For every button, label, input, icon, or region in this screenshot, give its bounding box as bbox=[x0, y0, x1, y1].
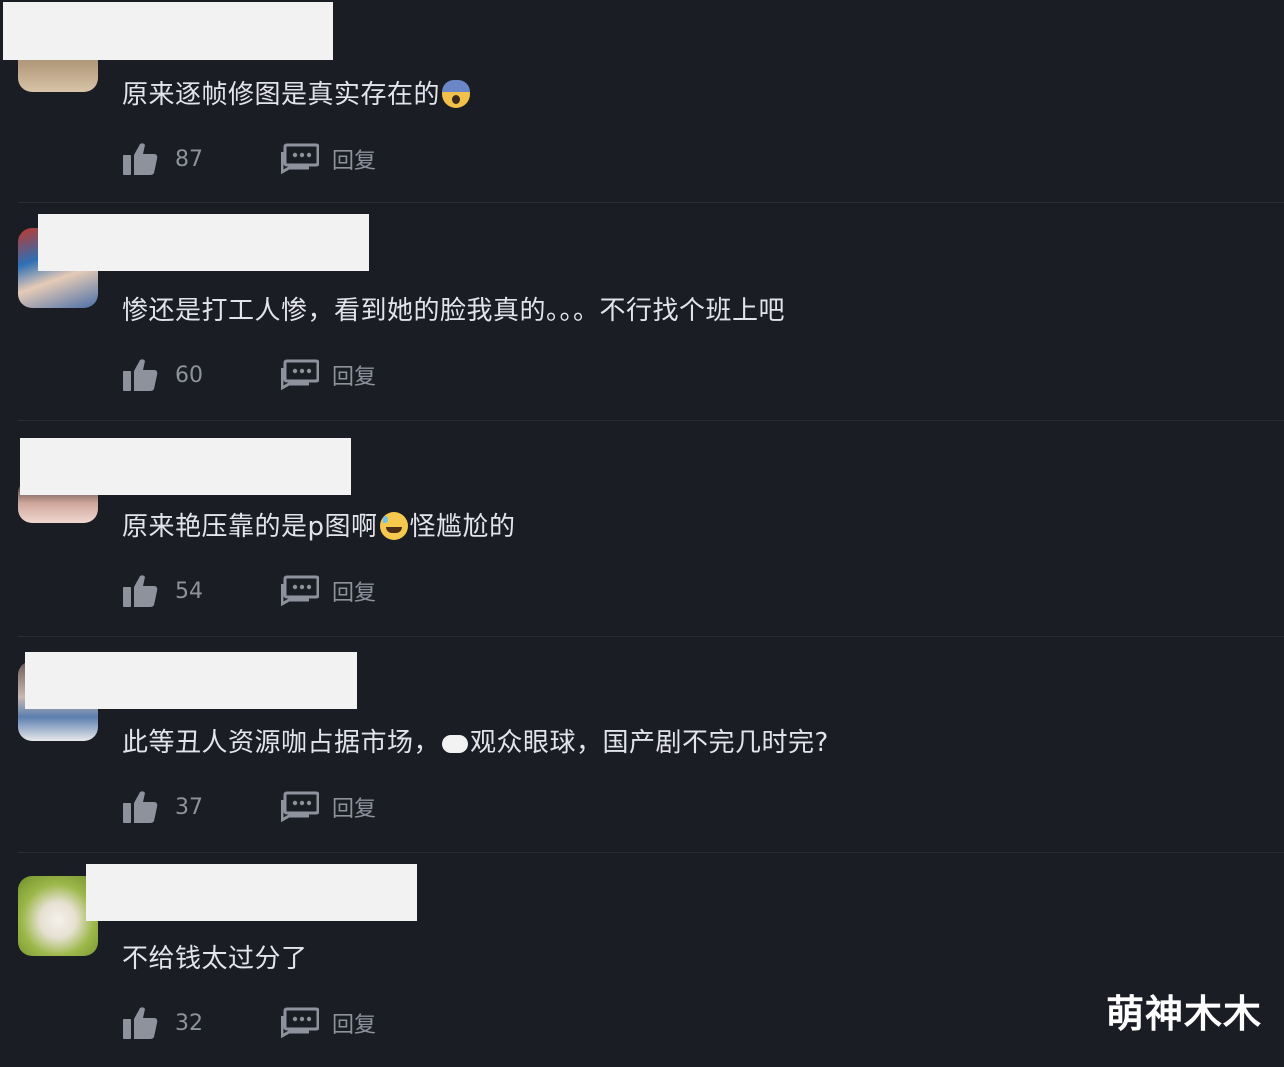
username-redaction bbox=[38, 214, 369, 271]
like-count: 37 bbox=[175, 794, 203, 820]
comment-text: 惨还是打工人惨，看到她的脸我真的。。。不行找个班上吧 bbox=[122, 296, 786, 326]
like-count: 32 bbox=[175, 1010, 203, 1036]
comment-actions: 32 回复 bbox=[122, 1005, 376, 1041]
comment-item: 原来艳压靠的是p图啊 怪尴尬的 54 回复 bbox=[0, 419, 1284, 637]
like-count: 87 bbox=[175, 146, 203, 172]
comment-actions: 37 回复 bbox=[122, 789, 376, 825]
comment-item: 原来逐帧修图是真实存在的 87 回复 bbox=[0, 0, 1284, 216]
comment-text: 不给钱太过分了 bbox=[122, 944, 308, 974]
username-redaction bbox=[25, 652, 357, 709]
reply-icon[interactable] bbox=[281, 790, 319, 824]
reply-button[interactable]: 回复 bbox=[332, 575, 376, 607]
comment-item: 不给钱太过分了 32 回复 bbox=[0, 851, 1284, 1067]
thumbs-up-icon[interactable] bbox=[122, 1006, 158, 1040]
watermark: 萌神木木 bbox=[1105, 992, 1262, 1036]
comment-actions: 60 回复 bbox=[122, 357, 376, 393]
reply-button[interactable]: 回复 bbox=[332, 791, 376, 823]
thumbs-up-icon[interactable] bbox=[122, 574, 158, 608]
like-count: 60 bbox=[175, 362, 203, 388]
comment-text: 此等丑人资源咖占据市场， 观众眼球，国产剧不完几时完? bbox=[122, 728, 829, 758]
reply-icon[interactable] bbox=[281, 142, 319, 176]
comment-actions: 54 回复 bbox=[122, 573, 376, 609]
redaction-blob bbox=[442, 735, 469, 753]
username-redaction bbox=[20, 438, 351, 495]
reply-icon[interactable] bbox=[281, 358, 319, 392]
like-count: 54 bbox=[175, 578, 203, 604]
reply-button[interactable]: 回复 bbox=[332, 1007, 376, 1039]
sweat-smile-emoji-icon bbox=[379, 512, 408, 540]
username-redaction bbox=[3, 2, 333, 60]
comment-text: 原来艳压靠的是p图啊 怪尴尬的 bbox=[122, 512, 516, 542]
thumbs-up-icon[interactable] bbox=[122, 142, 158, 176]
thumbs-up-icon[interactable] bbox=[122, 358, 158, 392]
reply-button[interactable]: 回复 bbox=[332, 143, 376, 175]
comment-actions: 87 回复 bbox=[122, 141, 376, 177]
fearful-face-emoji-icon bbox=[442, 80, 471, 108]
comment-item: 此等丑人资源咖占据市场， 观众眼球，国产剧不完几时完? 37 回复 bbox=[0, 635, 1284, 853]
reply-icon[interactable] bbox=[281, 1006, 319, 1040]
comment-text: 原来逐帧修图是真实存在的 bbox=[122, 74, 472, 111]
comment-item: 惨还是打工人惨，看到她的脸我真的。。。不行找个班上吧 60 回复 bbox=[0, 203, 1284, 421]
reply-button[interactable]: 回复 bbox=[332, 359, 376, 391]
reply-icon[interactable] bbox=[281, 574, 319, 608]
thumbs-up-icon[interactable] bbox=[122, 790, 158, 824]
username-redaction bbox=[86, 864, 417, 921]
